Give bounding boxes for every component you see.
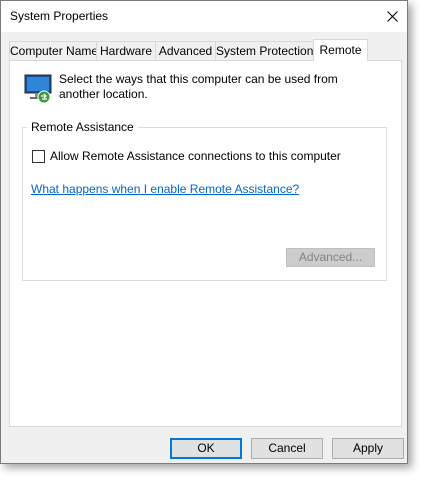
cancel-button[interactable]: Cancel xyxy=(251,438,323,459)
ok-button[interactable]: OK xyxy=(170,438,242,459)
remote-assistance-group: Remote Assistance Allow Remote Assistanc… xyxy=(22,120,387,281)
system-properties-dialog: System Properties Computer Name Hardware… xyxy=(0,0,408,464)
apply-button[interactable]: Apply xyxy=(332,438,404,459)
tab-computer-name[interactable]: Computer Name xyxy=(9,41,98,60)
close-icon xyxy=(387,11,398,22)
tab-hardware[interactable]: Hardware xyxy=(96,41,156,60)
advanced-button[interactable]: Advanced... xyxy=(286,248,375,267)
close-button[interactable] xyxy=(377,1,407,32)
remote-tab-panel: Select the ways that this computer can b… xyxy=(9,60,402,427)
allow-remote-assistance-label[interactable]: Allow Remote Assistance connections to t… xyxy=(50,149,341,163)
tab-advanced[interactable]: Advanced xyxy=(155,41,216,60)
tab-system-protection[interactable]: System Protection xyxy=(215,41,314,60)
allow-remote-assistance-checkbox[interactable] xyxy=(32,149,45,163)
title-bar: System Properties xyxy=(1,1,407,32)
remote-assistance-help-link[interactable]: What happens when I enable Remote Assist… xyxy=(31,182,299,196)
remote-computer-icon xyxy=(24,74,52,104)
remote-intro-text: Select the ways that this computer can b… xyxy=(59,72,338,101)
tab-remote[interactable]: Remote xyxy=(313,39,368,61)
allow-remote-assistance-option[interactable]: Allow Remote Assistance connections to t… xyxy=(32,149,341,163)
remote-assistance-group-title: Remote Assistance xyxy=(27,120,138,134)
window-title: System Properties xyxy=(10,9,109,23)
